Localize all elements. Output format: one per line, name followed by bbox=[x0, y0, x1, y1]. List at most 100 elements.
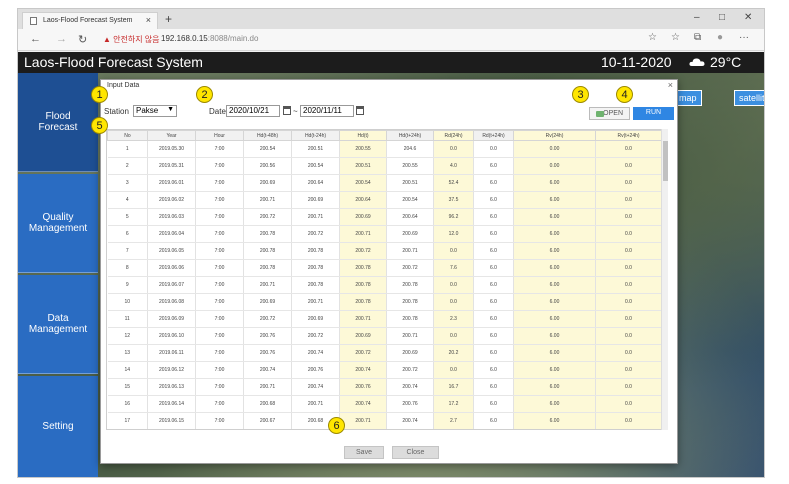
sidebar-item-quality-management[interactable]: Quality Management bbox=[18, 174, 98, 273]
table-cell: 16 bbox=[107, 395, 148, 413]
table-row[interactable]: 10 2019.06.08 7:00 200.69 200.71 200.78 200.78… bbox=[107, 293, 662, 311]
table-row[interactable]: 14 2019.06.12 7:00 200.74 200.76 200.74 200.72… bbox=[107, 361, 662, 379]
table-cell: 0.0 bbox=[595, 174, 662, 192]
table-cell: 200.72 bbox=[339, 344, 387, 362]
input-data-dialog: Input Data × Station Pakse ▼ Date 2020/1… bbox=[100, 79, 678, 464]
table-row[interactable]: 3 2019.06.01 7:00 200.69 200.64 200.54 200.51 5… bbox=[107, 174, 662, 192]
table-cell: 2019.06.04 bbox=[147, 225, 196, 243]
table-cell: 37.5 bbox=[433, 191, 474, 209]
table-cell: 200.54 bbox=[386, 191, 434, 209]
satellite-view-button[interactable]: satellite bbox=[734, 90, 764, 106]
table-cell: 200.78 bbox=[291, 259, 340, 277]
table-cell: 200.72 bbox=[339, 242, 387, 260]
date-to-input[interactable]: 2020/11/11 bbox=[300, 105, 354, 117]
table-cell: 200.71 bbox=[386, 327, 434, 345]
window-close-button[interactable]: ✕ bbox=[744, 12, 752, 23]
table-cell: 7:00 bbox=[195, 225, 244, 243]
table-scrollbar[interactable] bbox=[661, 129, 668, 430]
table-cell: 200.69 bbox=[339, 208, 387, 226]
table-cell: 7:00 bbox=[195, 259, 244, 277]
table-cell: 200.54 bbox=[339, 174, 387, 192]
profile-icon[interactable]: ● bbox=[717, 32, 723, 43]
sidebar-item-flood-forecast[interactable]: Flood Forecast bbox=[18, 73, 98, 172]
table-row[interactable]: 2 2019.05.31 7:00 200.56 200.54 200.51 200.55 4… bbox=[107, 157, 662, 175]
table-cell: 7:00 bbox=[195, 276, 244, 294]
table-row[interactable]: 4 2019.06.02 7:00 200.71 200.69 200.64 200.54 3… bbox=[107, 191, 662, 209]
calendar-icon[interactable] bbox=[356, 106, 364, 115]
table-row[interactable]: 13 2019.06.11 7:00 200.76 200.74 200.72 200.69… bbox=[107, 344, 662, 362]
forward-icon[interactable]: → bbox=[56, 33, 67, 45]
table-cell: 14 bbox=[107, 361, 148, 379]
table-row[interactable]: 8 2019.06.06 7:00 200.78 200.78 200.78 200.72 7… bbox=[107, 259, 662, 277]
table-row[interactable]: 9 2019.06.07 7:00 200.71 200.78 200.78 200.78 0… bbox=[107, 276, 662, 294]
calendar-icon[interactable] bbox=[283, 106, 291, 115]
table-row[interactable]: 11 2019.06.09 7:00 200.72 200.69 200.71 200.78… bbox=[107, 310, 662, 328]
url-host: 192.168.0.15 bbox=[161, 34, 208, 43]
page-icon bbox=[30, 17, 37, 25]
sidebar-item-data-management[interactable]: Data Management bbox=[18, 275, 98, 374]
browser-tab[interactable]: Laos-Flood Forecast System × bbox=[22, 12, 158, 29]
table-cell: 200.54 bbox=[291, 157, 340, 175]
favorite-star-icon[interactable]: ☆ bbox=[648, 32, 657, 43]
table-row[interactable]: 5 2019.06.03 7:00 200.72 200.71 200.69 200.64 9… bbox=[107, 208, 662, 226]
table-cell: 200.55 bbox=[339, 140, 387, 158]
table-cell: 200.78 bbox=[291, 276, 340, 294]
table-cell: 4.0 bbox=[433, 157, 474, 175]
table-cell: 6.00 bbox=[513, 310, 596, 328]
callout-1: 1 bbox=[91, 86, 108, 103]
scrollbar-thumb[interactable] bbox=[663, 141, 668, 181]
dialog-close-icon[interactable]: × bbox=[668, 80, 673, 90]
sidebar-item-setting[interactable]: Setting bbox=[18, 376, 98, 477]
reload-icon[interactable]: ↻ bbox=[78, 33, 87, 46]
app-title: Laos-Flood Forecast System bbox=[24, 54, 203, 70]
table-cell: 6.0 bbox=[473, 361, 514, 379]
back-icon[interactable]: ← bbox=[30, 33, 41, 45]
table-cell: 200.72 bbox=[291, 225, 340, 243]
table-cell: 200.69 bbox=[291, 191, 340, 209]
run-button[interactable]: RUN bbox=[633, 107, 674, 120]
date-from-input[interactable]: 2020/10/21 bbox=[226, 105, 280, 117]
table-cell: 7:00 bbox=[195, 174, 244, 192]
tab-close-icon[interactable]: × bbox=[146, 15, 151, 25]
table-cell: 0.0 bbox=[433, 140, 474, 158]
table-cell: 6.00 bbox=[513, 276, 596, 294]
table-cell: 15 bbox=[107, 378, 148, 396]
table-cell: 10 bbox=[107, 293, 148, 311]
url-field[interactable]: 192.168.0.15:8088/main.do bbox=[161, 34, 258, 43]
table-cell: 200.71 bbox=[291, 208, 340, 226]
table-row[interactable]: 6 2019.06.04 7:00 200.78 200.72 200.71 200.69 1… bbox=[107, 225, 662, 243]
new-tab-button[interactable]: + bbox=[165, 12, 172, 26]
save-button[interactable]: Save bbox=[344, 446, 384, 459]
map-view-button[interactable]: map bbox=[674, 90, 702, 106]
collections-icon[interactable]: ⧉ bbox=[694, 32, 701, 43]
open-button[interactable]: OPEN bbox=[589, 107, 630, 120]
table-cell: 6.0 bbox=[473, 191, 514, 209]
table-row[interactable]: 16 2019.06.14 7:00 200.68 200.71 200.74 200.76… bbox=[107, 395, 662, 413]
table-row[interactable]: 15 2019.06.13 7:00 200.71 200.74 200.76 200.74… bbox=[107, 378, 662, 396]
table-cell: 200.51 bbox=[339, 157, 387, 175]
maximize-button[interactable]: □ bbox=[719, 12, 725, 23]
sidebar-item-label: Quality Management bbox=[28, 211, 88, 235]
table-cell: 2019.05.30 bbox=[147, 140, 196, 158]
favorites-icon[interactable]: ☆ bbox=[671, 32, 680, 43]
table-row[interactable]: 12 2019.06.10 7:00 200.76 200.72 200.69 200.71… bbox=[107, 327, 662, 345]
callout-3: 3 bbox=[572, 86, 589, 103]
minimize-button[interactable]: – bbox=[694, 12, 700, 23]
more-icon[interactable]: ··· bbox=[739, 32, 749, 43]
close-button[interactable]: Close bbox=[392, 446, 439, 459]
table-row[interactable]: 17 2019.06.15 7:00 200.67 200.68 200.71 200.74… bbox=[107, 412, 662, 429]
table-cell: 200.64 bbox=[386, 208, 434, 226]
table-cell: 7:00 bbox=[195, 412, 244, 429]
table-cell: 200.78 bbox=[386, 276, 434, 294]
table-cell: 0.0 bbox=[595, 259, 662, 277]
table-cell: 200.78 bbox=[339, 293, 387, 311]
security-warning[interactable]: ▲ 안전하지 않음 bbox=[103, 34, 160, 45]
station-select[interactable]: Pakse ▼ bbox=[133, 105, 177, 117]
table-row[interactable]: 1 2019.05.30 7:00 200.54 200.51 200.55 204.6 0.… bbox=[107, 140, 662, 158]
table-row[interactable]: 7 2019.06.05 7:00 200.78 200.78 200.72 200.71 0… bbox=[107, 242, 662, 260]
column-header: Hd(t-24h) bbox=[291, 130, 340, 141]
table-cell: 17.2 bbox=[433, 395, 474, 413]
table-cell: 6.00 bbox=[513, 174, 596, 192]
table-cell: 200.72 bbox=[243, 208, 292, 226]
table-cell: 200.76 bbox=[386, 395, 434, 413]
